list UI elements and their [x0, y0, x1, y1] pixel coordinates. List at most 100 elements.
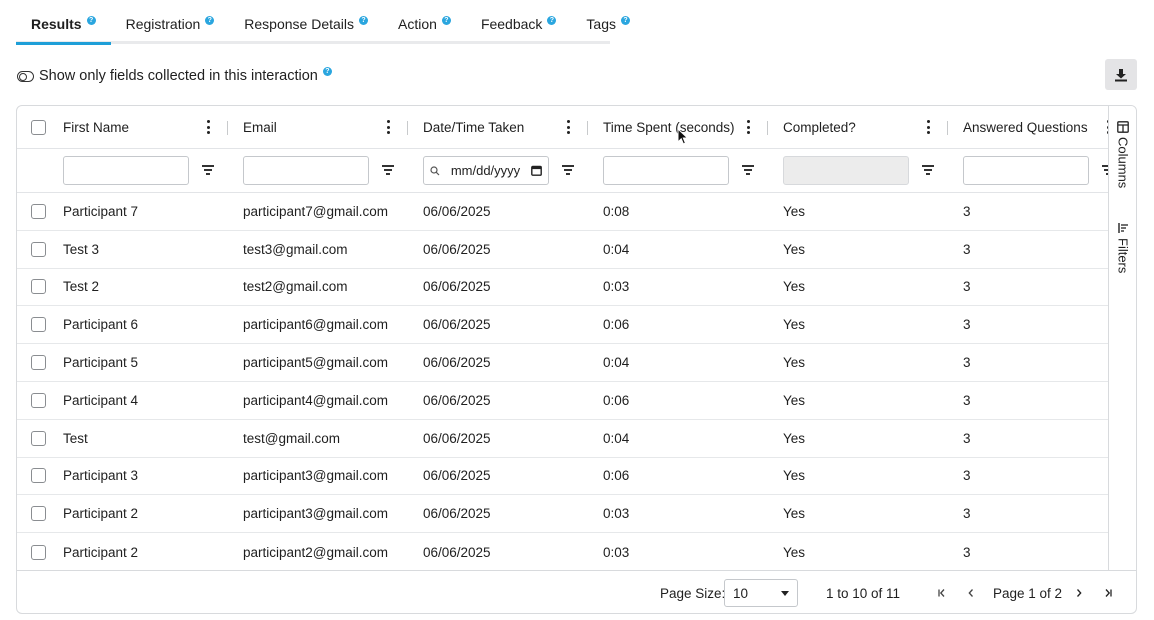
- cell-answered: 3: [963, 506, 971, 522]
- toggle-label: Show only fields collected in this inter…: [39, 68, 318, 84]
- column-menu-icon[interactable]: [1101, 119, 1108, 135]
- filters-panel-button[interactable]: Filters: [1109, 222, 1136, 273]
- row-select-cell: [31, 458, 46, 495]
- calendar-icon[interactable]: [531, 165, 542, 176]
- cell-answered: 3: [963, 392, 971, 408]
- cell-first-name: Participant 2: [63, 544, 139, 560]
- column-resize-handle[interactable]: [587, 121, 588, 135]
- filter-icon[interactable]: [1101, 164, 1108, 176]
- cell-completed: Yes: [783, 506, 806, 522]
- table-row[interactable]: Participant 6 participant6@gmail.com 06/…: [17, 306, 1108, 345]
- filter-icon[interactable]: [381, 164, 395, 176]
- table-row[interactable]: Test 2 test2@gmail.com 06/06/2025 0:03 Y…: [17, 269, 1108, 307]
- page-size-select[interactable]: 10: [724, 579, 798, 607]
- select-all-cell: [31, 106, 46, 148]
- page-size-label: Page Size:: [660, 585, 726, 601]
- cell-completed: Yes: [783, 279, 806, 295]
- previous-page-button[interactable]: [963, 585, 979, 601]
- column-menu-icon[interactable]: [561, 119, 575, 135]
- first-page-button[interactable]: [934, 585, 950, 601]
- last-page-button[interactable]: [1100, 585, 1116, 601]
- table-row[interactable]: Participant 2 participant3@gmail.com 06/…: [17, 495, 1108, 534]
- help-icon[interactable]: ?: [547, 15, 557, 25]
- page-indicator: Page 1 of 2: [993, 585, 1063, 601]
- column-header-time-spent[interactable]: Time Spent (seconds): [603, 120, 735, 135]
- cell-first-name: Test 3: [63, 241, 100, 257]
- row-checkbox[interactable]: [31, 203, 46, 219]
- cell-date: 06/06/2025: [423, 317, 491, 333]
- cell-email: participant2@gmail.com: [243, 544, 389, 560]
- column-header-first-name[interactable]: First Name: [63, 120, 129, 135]
- column-resize-handle[interactable]: [407, 121, 408, 135]
- row-select-cell: [31, 344, 46, 381]
- toggle-switch[interactable]: [17, 70, 34, 82]
- first-name-filter-input[interactable]: [63, 156, 189, 185]
- columns-panel-button[interactable]: Columns: [1109, 121, 1136, 188]
- row-select-cell: [31, 495, 46, 532]
- date-filter-input[interactable]: mm/dd/yyyy: [423, 156, 549, 185]
- cell-time-spent: 0:03: [603, 544, 630, 560]
- table-row[interactable]: Participant 2 participant2@gmail.com 06/…: [17, 533, 1108, 570]
- tab-label: Registration: [125, 16, 201, 32]
- row-checkbox[interactable]: [31, 392, 46, 408]
- help-icon[interactable]: ?: [359, 15, 369, 25]
- table-row[interactable]: Test test@gmail.com 06/06/2025 0:04 Yes …: [17, 420, 1108, 458]
- next-page-button[interactable]: [1071, 585, 1087, 601]
- cell-first-name: Participant 2: [63, 506, 139, 522]
- time-spent-filter-input[interactable]: [603, 156, 729, 185]
- column-header-completed[interactable]: Completed?: [783, 120, 856, 135]
- column-header-date-time-taken[interactable]: Date/Time Taken: [423, 120, 524, 135]
- column-menu-icon[interactable]: [381, 119, 395, 135]
- tab-response-details[interactable]: Response Details?: [229, 6, 383, 42]
- row-checkbox[interactable]: [31, 317, 46, 333]
- tab-registration[interactable]: Registration?: [111, 6, 230, 42]
- column-header-answered-questions[interactable]: Answered Questions: [963, 120, 1088, 135]
- help-icon[interactable]: ?: [205, 15, 215, 25]
- row-select-cell: [31, 382, 46, 419]
- row-checkbox[interactable]: [31, 506, 46, 522]
- help-icon[interactable]: ?: [441, 15, 451, 25]
- table-row[interactable]: Participant 3 participant3@gmail.com 06/…: [17, 458, 1108, 496]
- row-checkbox[interactable]: [31, 241, 46, 257]
- help-icon[interactable]: ?: [86, 15, 96, 25]
- tab-tags[interactable]: Tags?: [571, 6, 645, 42]
- row-checkbox[interactable]: [31, 544, 46, 560]
- column-menu-icon[interactable]: [201, 119, 215, 135]
- mouse-cursor-icon: [677, 128, 689, 145]
- help-icon[interactable]: ?: [621, 15, 630, 25]
- answered-questions-filter-input[interactable]: [963, 156, 1089, 185]
- cell-first-name: Test 2: [63, 279, 100, 295]
- row-checkbox[interactable]: [31, 355, 46, 371]
- table-row[interactable]: Participant 5 participant5@gmail.com 06/…: [17, 344, 1108, 382]
- tab-feedback[interactable]: Feedback?: [466, 6, 571, 42]
- cell-answered: 3: [963, 430, 971, 446]
- tab-results[interactable]: Results?: [16, 6, 111, 45]
- select-all-checkbox[interactable]: [31, 119, 46, 135]
- cell-answered: 3: [963, 317, 971, 333]
- table-row[interactable]: Test 3 test3@gmail.com 06/06/2025 0:04 Y…: [17, 231, 1108, 269]
- table-row[interactable]: Participant 7 participant7@gmail.com 06/…: [17, 193, 1108, 231]
- column-resize-handle[interactable]: [227, 121, 228, 135]
- filter-icon[interactable]: [921, 164, 935, 176]
- download-button[interactable]: [1105, 59, 1137, 90]
- tab-action[interactable]: Action?: [383, 6, 466, 42]
- column-resize-handle[interactable]: [947, 121, 948, 135]
- email-filter-input[interactable]: [243, 156, 369, 185]
- help-icon[interactable]: ?: [322, 66, 332, 76]
- filter-icon[interactable]: [201, 164, 215, 176]
- cell-answered: 3: [963, 279, 971, 295]
- filter-icon[interactable]: [561, 164, 575, 176]
- cell-first-name: Participant 5: [63, 355, 139, 371]
- column-resize-handle[interactable]: [767, 121, 768, 135]
- row-checkbox[interactable]: [31, 430, 46, 446]
- column-menu-icon[interactable]: [741, 119, 755, 135]
- column-menu-icon[interactable]: [921, 119, 935, 135]
- cell-date: 06/06/2025: [423, 392, 491, 408]
- column-header-email[interactable]: Email: [243, 120, 277, 135]
- row-checkbox[interactable]: [31, 468, 46, 484]
- cell-email: participant7@gmail.com: [243, 203, 389, 219]
- row-checkbox[interactable]: [31, 279, 46, 295]
- table-row[interactable]: Participant 4 participant4@gmail.com 06/…: [17, 382, 1108, 420]
- filter-icon[interactable]: [741, 164, 755, 176]
- cell-date: 06/06/2025: [423, 468, 491, 484]
